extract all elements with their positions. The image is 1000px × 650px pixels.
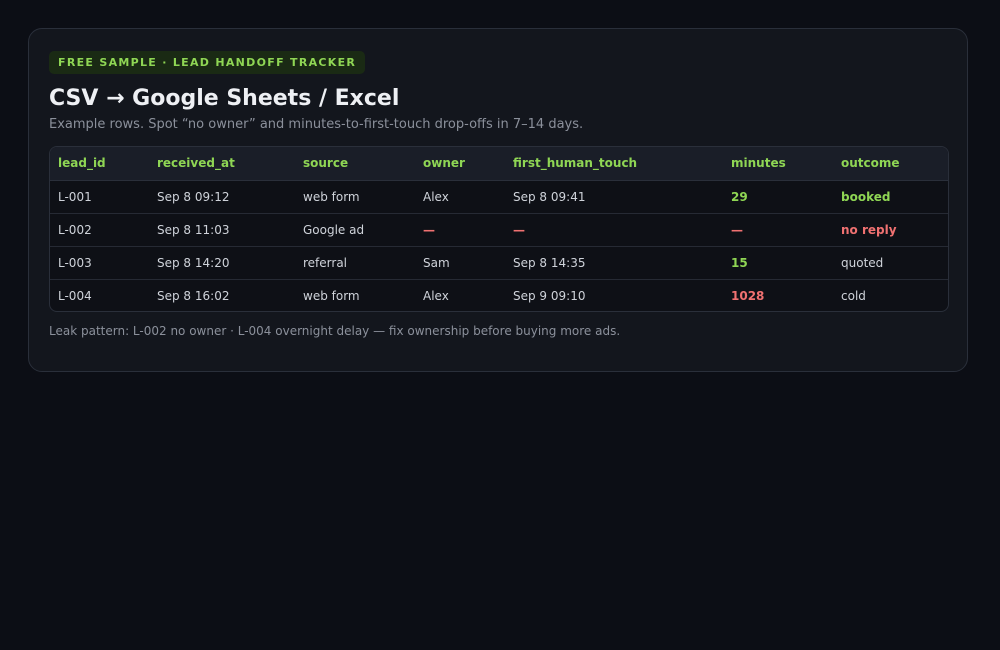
page-title: CSV → Google Sheets / Excel: [49, 86, 400, 111]
cell-lead-id: L-004: [58, 288, 92, 303]
cell-source: Google ad: [295, 213, 415, 247]
cell-minutes: —: [723, 213, 833, 247]
column-header-minutes: minutes: [723, 147, 833, 181]
table-header-row: lead_id received_at source owner first_h…: [50, 147, 948, 181]
cell-received-at: Sep 8 14:20: [149, 246, 295, 280]
column-header-first-human-touch: first_human_touch: [505, 147, 723, 181]
cell-lead-id: L-003: [50, 246, 149, 280]
cell-first-human-touch: Sep 9 09:10: [513, 288, 586, 303]
cell-minutes: 1028: [731, 288, 765, 303]
cell-owner: Alex: [423, 288, 449, 303]
cell-received-at: Sep 8 09:12: [149, 180, 295, 214]
cell-first-human-touch: —: [505, 213, 723, 247]
tracker-card: FREE SAMPLE · LEAD HANDOFF TRACKER CSV →…: [28, 28, 968, 372]
cell-outcome: booked: [833, 180, 948, 214]
leak-pattern-note: Leak pattern: L-002 no owner · L-004 ove…: [49, 324, 621, 338]
table-row: L-002 Sep 8 11:03 Google ad — — — no rep…: [50, 213, 948, 247]
column-header-outcome: outcome: [833, 147, 948, 181]
cell-owner: —: [415, 213, 505, 247]
cell-source: web form: [303, 288, 360, 303]
cell-outcome: no reply: [833, 213, 948, 247]
column-header-source: source: [295, 147, 415, 181]
cell-lead-id: L-002: [50, 213, 149, 247]
column-header-received-at: received_at: [149, 147, 295, 181]
cell-lead-id: L-001: [50, 180, 149, 214]
table-row: L-003 Sep 8 14:20 referral Sam Sep 8 14:…: [50, 246, 948, 280]
cell-outcome: quoted: [833, 246, 948, 280]
table-row: L-004 Sep 8 16:02 web form Alex Sep 9 09…: [50, 279, 948, 311]
cell-received-at: Sep 8 16:02: [157, 288, 230, 303]
column-header-lead-id: lead_id: [50, 147, 149, 181]
lead-table-container: lead_id received_at source owner first_h…: [49, 146, 949, 312]
column-header-owner: owner: [415, 147, 505, 181]
cell-received-at: Sep 8 11:03: [149, 213, 295, 247]
cell-owner: Sam: [415, 246, 505, 280]
cell-outcome: cold: [841, 288, 866, 303]
sample-badge: FREE SAMPLE · LEAD HANDOFF TRACKER: [49, 51, 366, 74]
cell-owner: Alex: [415, 180, 505, 214]
cell-source: referral: [295, 246, 415, 280]
cell-source: web form: [295, 180, 415, 214]
cell-first-human-touch: Sep 8 14:35: [505, 246, 723, 280]
page-subtitle: Example rows. Spot “no owner” and minute…: [49, 117, 584, 132]
cell-first-human-touch: Sep 8 09:41: [505, 180, 723, 214]
cell-minutes: 15: [723, 246, 833, 280]
lead-table: lead_id received_at source owner first_h…: [50, 147, 948, 311]
table-row: L-001 Sep 8 09:12 web form Alex Sep 8 09…: [50, 180, 948, 214]
cell-minutes: 29: [723, 180, 833, 214]
